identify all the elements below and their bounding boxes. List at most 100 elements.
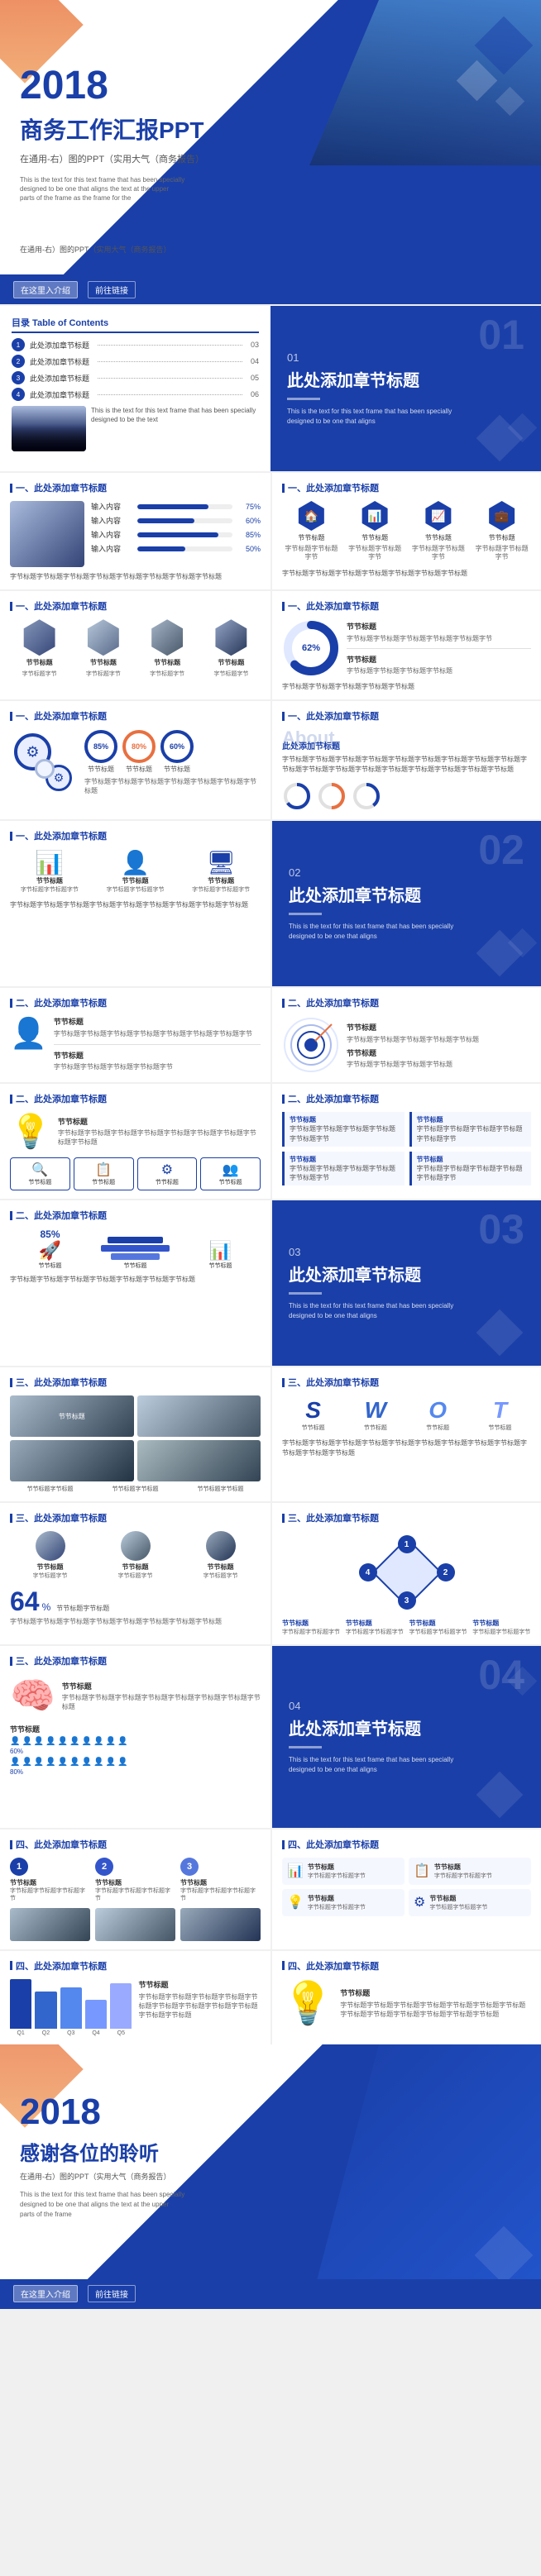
heading-8a: 三、此处添加章节标题 xyxy=(10,1376,261,1389)
swot-row: S 节节标题 W 节节标题 O 节节标题 T 节节标题 xyxy=(282,1397,531,1432)
diamond-quadrant: 1 2 3 4 xyxy=(357,1531,457,1614)
bulb-desc: 字节标题字节标题字节标题字节标题字节标题字节标题字节标题字节标题字节标题 xyxy=(58,1128,261,1147)
pi-10: 👤 xyxy=(117,1737,127,1746)
about-donut-1 xyxy=(282,781,312,811)
team-grid: 节节标题 字节标题字节 节节标题 字节标题字节 节节标题 字节标题字节 xyxy=(10,1531,261,1580)
num-title-2: 节节标题 xyxy=(95,1878,175,1887)
toc-page-2: 04 xyxy=(251,357,259,365)
row-3: 一、此处添加章节标题 ⚙ ⚙ 85% xyxy=(0,699,541,819)
thanks-footer-item-1[interactable]: 在这里入介绍 xyxy=(13,2285,78,2302)
rocket-label-2: 节节标题 xyxy=(95,1262,175,1270)
hex-text-4: 字节标题字节 xyxy=(213,670,248,678)
heading-4a: 一、此处添加章节标题 xyxy=(10,829,261,842)
progress-val-3: 85% xyxy=(237,531,261,539)
num-title-1: 节节标题 xyxy=(10,1878,90,1887)
progress-bg-1 xyxy=(137,504,232,509)
heading-3a: 一、此处添加章节标题 xyxy=(10,709,261,723)
heading-dash-12b xyxy=(282,1961,285,1970)
row-10: 三、此处添加章节标题 🧠 节节标题 字节标题字节标题字节标题字节标题字节标题字节… xyxy=(0,1644,541,1828)
bulb-sub-icon-2: 📋 xyxy=(78,1162,130,1178)
section-04-title: 此处添加章节标题 xyxy=(289,1715,524,1739)
separator-1 xyxy=(347,648,531,649)
team-name-1: 节节标题 xyxy=(10,1562,90,1572)
about-stat-1 xyxy=(282,781,312,811)
row-2: 一、此处添加章节标题 节节标题 字节标题字节 节节标题 字节标题字节 xyxy=(0,589,541,699)
person-percent: 节节标题 👤 👤 👤 👤 👤 👤 👤 👤 👤 👤 60% 👤 xyxy=(10,1724,261,1776)
panel-1b: 一、此处添加章节标题 🏠 节节标题 字节标题字节标题字节 📊 节节标题 字节标题… xyxy=(270,473,541,589)
card-title-3: 节节标题 xyxy=(308,1894,366,1903)
swot-sublabel-w: 节节标题 xyxy=(364,1424,387,1432)
hex-text-3: 字节标题字节 xyxy=(150,670,184,678)
pi2-7: 👤 xyxy=(82,1758,92,1767)
heading-6b: 二、此处添加章节标题 xyxy=(282,1092,531,1105)
bulb-icon-item-3: ⚙ 节节标题 xyxy=(137,1157,198,1190)
card-text-1: 节节标题 字节标题字节标题字节 xyxy=(308,1863,366,1880)
section-02-header: 02 02 此处添加章节标题 This is the text for this… xyxy=(270,821,541,986)
hex-title-4: 节节标题 xyxy=(218,658,244,667)
brain-section: 🧠 节节标题 字节标题字节标题字节标题字节标题字节标题字节标题字节标题字节标题 xyxy=(10,1674,261,1717)
info-cell-title-4: 节节标题 xyxy=(417,1155,527,1164)
card-desc-4: 字节标题字节标题字节 xyxy=(429,1903,487,1911)
info-cell-title-1: 节节标题 xyxy=(290,1115,400,1124)
circle-stat-label-2: 节节标题 xyxy=(126,765,152,774)
icon-4a-label-2: 节节标题 xyxy=(96,876,175,885)
progress-label-1: 输入内容 xyxy=(91,501,132,512)
bulb-large-text: 节节标题 字节标题字节标题字节标题字节标题字节标题字节标题字节标题字节标题字节标… xyxy=(340,1987,531,2019)
card-icon-2: 📋 xyxy=(414,1863,430,1879)
panel-6a: 二、此处添加章节标题 💡 节节标题 字节标题字节标题字节标题字节标题字节标题字节… xyxy=(0,1084,270,1199)
icon-hex-4: 💼 xyxy=(487,501,517,531)
about-donut-3 xyxy=(352,781,381,811)
bar-chart-main xyxy=(10,1979,132,2029)
bar-label-4: Q4 xyxy=(85,2030,107,2036)
hex-text-2: 字节标题字节 xyxy=(86,670,121,678)
nav-item-2[interactable]: 前往链接 xyxy=(88,281,136,298)
panel-8b: 三、此处添加章节标题 S 节节标题 W 节节标题 O 节节标题 T 节节 xyxy=(270,1367,541,1501)
thanks-title: 感谢各位的聆听 xyxy=(20,2137,521,2166)
heading-dash-11b xyxy=(282,1840,285,1849)
swot-w: W 节节标题 xyxy=(364,1397,387,1432)
person-large-icon: 👤 xyxy=(10,1016,47,1051)
hex-title-1: 节节标题 xyxy=(26,658,53,667)
num-text-3: 字节标题字节标题字节标题字节 xyxy=(180,1887,261,1902)
section-04-desc: This is the text for this text frame tha… xyxy=(289,1755,471,1775)
about-donut-2 xyxy=(317,781,347,811)
person-desc: 字节标题字节标题字节标题字节标题字节标题字节标题字节标题字节 xyxy=(54,1029,261,1038)
thanks-footer-item-2[interactable]: 前往链接 xyxy=(88,2285,136,2302)
card-text-3: 节节标题 字节标题字节标题字节 xyxy=(308,1894,366,1911)
bulb-sub-icon-1: 🔍 xyxy=(14,1162,66,1178)
toc-dots-2 xyxy=(98,361,242,362)
swot-o: O 节节标题 xyxy=(426,1397,449,1432)
stat-text-12: 字节标题字节标题字节标题字节标题字节标题字节标题字节标题字节标题字节标题字节标题… xyxy=(139,1992,261,2020)
num-circle-2: 2 xyxy=(95,1858,113,1876)
info-cell-1: 节节标题 字节标题字节标题字节标题字节标题字节标题字节 xyxy=(282,1112,405,1146)
donut-label-1: 62% xyxy=(302,643,320,653)
heading-6a: 二、此处添加章节标题 xyxy=(10,1092,261,1105)
nav-item-1[interactable]: 在这里入介绍 xyxy=(13,281,78,298)
section-04-deco-1 xyxy=(476,1772,524,1819)
panel-11a: 四、此处添加章节标题 1 节节标题 字节标题字节标题字节标题字节 2 节节标题 … xyxy=(0,1829,270,1949)
heading-dash-7a xyxy=(10,1211,12,1220)
team-role-1: 字节标题字节 xyxy=(10,1572,90,1580)
photo-11a-1 xyxy=(10,1908,90,1941)
row-1: 一、此处添加章节标题 输入内容 75% 输入内容 xyxy=(0,471,541,589)
rocket-section: 85% 🚀 节节标题 节节标题 📊 节节标题 xyxy=(10,1228,261,1270)
thanks-footer: 在这里入介绍 前往链接 xyxy=(0,2279,541,2309)
stat-title-12: 节节标题 xyxy=(139,1979,261,1990)
pi-7: 👤 xyxy=(82,1737,92,1746)
donut-text-1: 节节标题 字节标题字节标题字节标题字节标题字节标题字节 节节标题 字节标题字节标… xyxy=(347,621,531,675)
panel-12a: 四、此处添加章节标题 Q1 Q2 Q3 Q4 xyxy=(0,1951,270,2044)
about-desc: 字节标题字节标题字节标题字节标题字节标题字节标题字节标题字节标题字节标题字节标题… xyxy=(282,755,531,775)
target-section: 节节标题 字节标题字节标题字节标题字节标题字节标题 节节标题 字节标题字节标题字… xyxy=(282,1016,531,1074)
heading-7a: 二、此处添加章节标题 xyxy=(10,1209,261,1222)
panel-10a: 三、此处添加章节标题 🧠 节节标题 字节标题字节标题字节标题字节标题字节标题字节… xyxy=(0,1646,270,1828)
icon-box-4: 💼 节节标题 字节标题字节标题字节 xyxy=(472,501,531,562)
pi-1: 👤 xyxy=(10,1737,20,1746)
person-text-block: 节节标题 字节标题字节标题字节标题字节标题字节标题字节标题字节标题字节 节节标题… xyxy=(54,1016,261,1071)
section-04-header: 04 04 此处添加章节标题 This is the text for this… xyxy=(270,1646,541,1828)
section-03-header: 03 03 此处添加章节标题 This is the text for this… xyxy=(270,1200,541,1366)
toc-desc: This is the text for this text frame tha… xyxy=(91,406,259,424)
circle-stat-label-1: 节节标题 xyxy=(88,765,114,774)
person-title-2: 节节标题 xyxy=(54,1050,261,1061)
toc-photo xyxy=(12,406,86,451)
heading-dash-3b xyxy=(282,712,285,721)
